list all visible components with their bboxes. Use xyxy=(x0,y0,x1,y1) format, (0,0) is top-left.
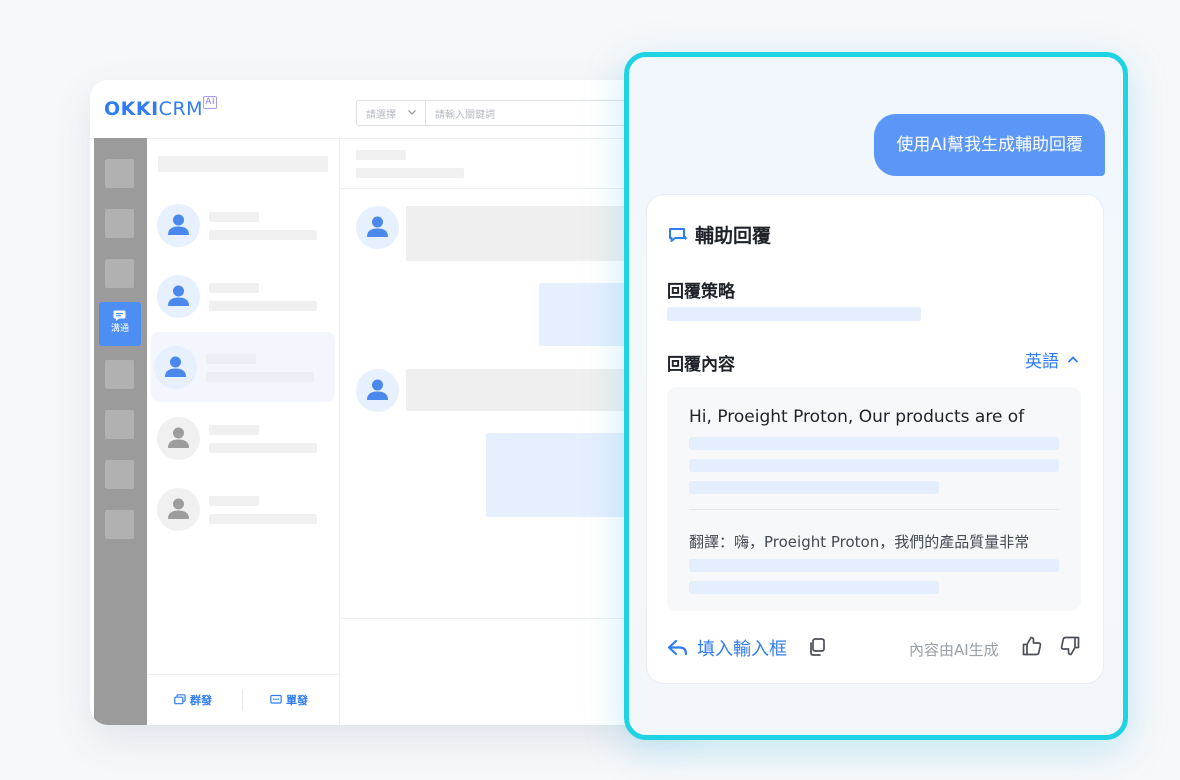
chat-subtitle-placeholder xyxy=(356,168,464,178)
thumbs-down-icon xyxy=(1060,636,1080,656)
language-label: 英語 xyxy=(1025,352,1059,372)
search-category-select[interactable]: 請選擇 xyxy=(357,101,426,125)
avatar xyxy=(157,204,200,247)
logo-crm: CRM xyxy=(158,98,204,120)
user-message-bubble: 使用AI幫我生成輔助回覆 xyxy=(874,114,1105,176)
contact-message-placeholder xyxy=(209,514,317,524)
nav-rail-item[interactable] xyxy=(105,209,134,238)
copy-icon xyxy=(810,638,825,656)
avatar xyxy=(157,417,200,460)
search-input[interactable]: 請輸入關鍵詞 xyxy=(435,106,495,121)
search-select-placeholder: 請選擇 xyxy=(366,110,396,121)
dislike-button[interactable] xyxy=(1059,635,1081,661)
contact-message-placeholder xyxy=(209,301,317,311)
user-icon xyxy=(367,216,388,237)
list-item[interactable] xyxy=(151,403,335,473)
group-send-label: 群發 xyxy=(190,694,212,707)
contact-name-placeholder xyxy=(209,496,259,506)
reply-content-box: Hi, Proeight Proton, Our products are of… xyxy=(667,387,1081,611)
contact-name-placeholder xyxy=(209,425,259,435)
nav-rail-item[interactable] xyxy=(105,460,134,489)
contact-name-placeholder xyxy=(209,283,259,293)
chat-title-placeholder xyxy=(356,150,406,160)
contact-name-placeholder xyxy=(206,354,256,364)
reply-text-placeholder xyxy=(689,459,1059,472)
avatar xyxy=(157,275,200,318)
nav-rail-item-communicate[interactable]: 溝通 xyxy=(99,302,141,346)
single-send-button[interactable]: 單發 xyxy=(270,692,308,708)
reply-text-placeholder xyxy=(689,437,1059,450)
reply-arrow-icon xyxy=(667,639,688,656)
user-icon xyxy=(165,356,186,377)
user-icon xyxy=(168,285,189,306)
nav-rail-item[interactable] xyxy=(105,510,134,539)
reply-divider xyxy=(689,509,1059,510)
like-button[interactable] xyxy=(1021,635,1043,661)
okki-crm-logo: OKKICRM AI xyxy=(104,96,218,120)
reply-text-placeholder xyxy=(689,481,939,494)
ai-reply-icon xyxy=(669,227,688,242)
list-item[interactable] xyxy=(151,474,335,544)
contact-message-placeholder xyxy=(206,372,314,382)
translation-text: 翻譯：嗨，Proeight Proton，我們的產品質量非常 xyxy=(689,533,1030,551)
translation-text-placeholder xyxy=(689,581,939,594)
list-item[interactable] xyxy=(151,190,335,260)
nav-rail-label: 溝通 xyxy=(110,324,129,334)
language-selector[interactable]: 英語 xyxy=(1025,347,1079,372)
avatar xyxy=(157,488,200,531)
user-icon xyxy=(168,427,189,448)
list-item-selected[interactable] xyxy=(151,332,335,402)
user-icon xyxy=(367,379,388,400)
nav-rail-item[interactable] xyxy=(105,159,134,188)
fill-input-label: 填入輸入框 xyxy=(697,639,787,660)
list-item[interactable] xyxy=(151,261,335,331)
list-footer: 群發 單發 xyxy=(147,674,339,725)
nav-rail-item[interactable] xyxy=(105,360,134,389)
list-search-placeholder[interactable] xyxy=(158,156,328,172)
message-icon xyxy=(270,694,282,704)
crm-window: OKKICRM AI 請選擇 請輸入關鍵詞 溝通 群發 單發 xyxy=(90,80,690,725)
logo-ai-badge: AI xyxy=(203,96,218,109)
card-title-text: 輔助回覆 xyxy=(695,225,772,247)
content-label: 回覆內容 xyxy=(667,355,735,375)
single-send-label: 單發 xyxy=(286,694,308,707)
assist-reply-card: 輔助回覆 回覆策略 回覆內容 英語 Hi, Proeight Proton, O… xyxy=(646,194,1104,684)
group-send-icon xyxy=(174,694,186,705)
nav-rail: 溝通 xyxy=(94,138,147,725)
thumbs-up-icon xyxy=(1022,636,1042,656)
copy-button[interactable] xyxy=(807,637,827,661)
user-icon xyxy=(168,214,189,235)
contact-list: 群發 單發 xyxy=(147,138,340,725)
strategy-label: 回覆策略 xyxy=(667,282,735,302)
ai-assistant-panel: 使用AI幫我生成輔助回覆 輔助回覆 回覆策略 回覆內容 英語 Hi, Proei… xyxy=(624,52,1128,740)
group-send-button[interactable]: 群發 xyxy=(174,692,212,708)
strategy-text-placeholder xyxy=(667,307,921,321)
chevron-up-icon xyxy=(1067,355,1079,363)
fill-input-button[interactable]: 填入輸入框 xyxy=(667,635,787,661)
chevron-down-icon xyxy=(408,110,416,115)
logo-okki: OKKI xyxy=(104,98,159,120)
card-title: 輔助回覆 xyxy=(667,221,771,248)
crm-header: OKKICRM AI 請選擇 請輸入關鍵詞 xyxy=(90,80,690,139)
footer-divider xyxy=(242,689,243,711)
ai-generated-note: 內容由AI生成 xyxy=(909,641,999,659)
user-icon xyxy=(168,498,189,519)
contact-name-placeholder xyxy=(209,212,259,222)
contact-message-placeholder xyxy=(209,443,317,453)
chat-icon xyxy=(113,310,126,321)
reply-text: Hi, Proeight Proton, Our products are of xyxy=(689,407,1025,427)
translation-text-placeholder xyxy=(689,559,1059,572)
avatar xyxy=(154,346,197,389)
nav-rail-item[interactable] xyxy=(105,410,134,439)
avatar xyxy=(356,369,399,412)
avatar xyxy=(356,206,399,249)
nav-rail-item[interactable] xyxy=(105,259,134,288)
contact-message-placeholder xyxy=(209,230,317,240)
